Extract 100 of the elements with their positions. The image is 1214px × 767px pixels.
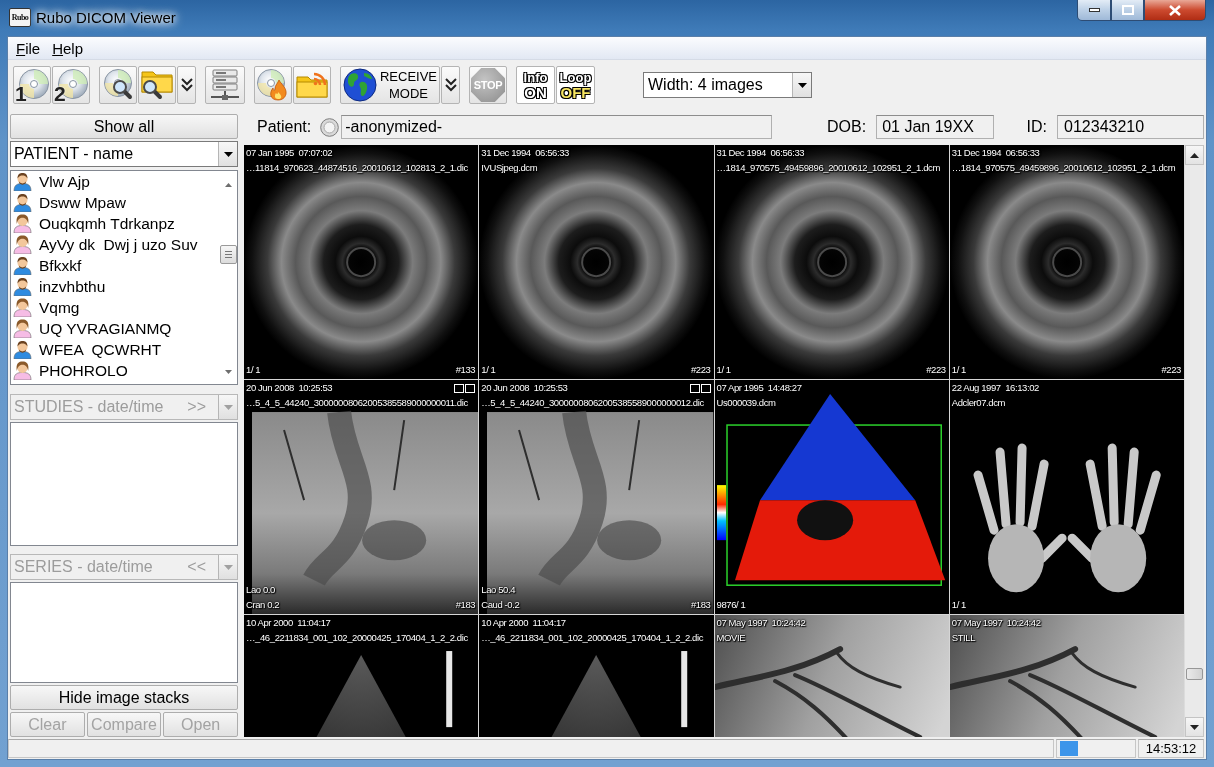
series-list[interactable] [10, 582, 238, 683]
maximize-button[interactable] [1111, 0, 1144, 21]
disc-button[interactable]: 1 [13, 66, 51, 104]
close-button[interactable] [1144, 0, 1206, 21]
menu-item[interactable]: File [10, 38, 47, 58]
image-name: …1814_970575_49459896_20010612_102951_2_1.dcm [951, 162, 1176, 174]
image-info: 1/ 1 [716, 364, 731, 376]
image-number: #223 [926, 364, 946, 376]
image-name: …1814_970575_49459896_20010612_102951_2_1.dcm [716, 162, 940, 174]
image-info: 1/ 1 [951, 364, 966, 376]
image-viewport[interactable]: 10 Apr 2000 11:04:17 …_46_2211834_001_102_20000425_170404_1_2_2.dic [479, 615, 714, 737]
person-icon [13, 340, 32, 359]
scrollbar-thumb[interactable] [219, 245, 237, 264]
scroll-down-button[interactable] [1185, 717, 1204, 737]
scroll-up-button[interactable] [1185, 145, 1204, 165]
person-icon [13, 256, 32, 275]
status-indicator-icon [1060, 741, 1078, 756]
menu-item[interactable]: Help [46, 38, 90, 58]
image-date: 22 Aug 1997 16:13:02 [951, 382, 1039, 394]
width-select[interactable]: Width: 4 images [643, 72, 812, 98]
image-number: #183 [455, 599, 476, 611]
patient-list-item[interactable]: Vqmg [11, 297, 219, 318]
caret-down-icon [223, 564, 233, 570]
double-chevron-icon [444, 78, 457, 92]
patient-list-item[interactable]: PHOHROLO [11, 360, 219, 381]
image-viewport[interactable]: 07 Jan 1995 07:07:02 …11814_970623_44874516_20010612_102813_2_1.dic 1/ 1 #133 [244, 145, 479, 379]
scroll-down-icon[interactable] [224, 370, 232, 374]
image-viewport[interactable]: 31 Dec 1994 06:56:33 IVUSjpeg.dcm 1/ 1 #223 [479, 145, 714, 379]
image-viewport[interactable]: 20 Jun 2008 10:25:53 …5_4_5_44240_30000008062005385589000000012.dic Lao 50.4 Caud -0.2 #183 [479, 380, 714, 614]
image-name: …11814_970623_44874516_20010612_102813_2_1.dic [246, 162, 468, 174]
image-date: 31 Dec 1994 06:56:33 [951, 147, 1041, 159]
image-date: 10 Apr 2000 11:04:17 [246, 617, 332, 629]
caret-down-icon [797, 82, 807, 88]
patient-list-item[interactable]: AyVy dk Dwj j uzo Suv [11, 234, 219, 255]
disc-burn-button[interactable] [254, 66, 292, 104]
dropdown-button[interactable] [441, 66, 460, 104]
image-number: #223 [1161, 364, 1181, 376]
folder-feed-icon [296, 71, 328, 99]
folder-feed-button[interactable] [293, 66, 331, 104]
scroll-up-icon[interactable] [224, 183, 232, 187]
image-name: …_46_2211834_001_102_20000425_170404_1_2_2.dic [246, 632, 468, 644]
study-list[interactable] [10, 422, 238, 546]
patient-list-item[interactable]: WFEA QCWRHT [11, 339, 219, 360]
info-toggle-button[interactable]: Info ON [516, 66, 555, 104]
disc-search-button[interactable] [99, 66, 137, 104]
image-viewport[interactable]: 20 Jun 2008 10:25:53 …5_4_5_44240_30000008062005385589000000011.dic Lao 0.0 Cran 0.2 #183 [244, 380, 479, 614]
patient-sort-select[interactable]: PATIENT - name [10, 141, 238, 167]
image-viewport[interactable]: 31 Dec 1994 06:56:33 …1814_970575_49459896_20010612_102951_2_1.dcm 1/ 1 #223 [949, 145, 1184, 379]
image-viewport[interactable]: 10 Apr 2000 11:04:17 …_46_2211834_001_102_20000425_170404_1_2_2.dic [244, 615, 479, 737]
id-field: 012343210 [1057, 115, 1204, 139]
server-button[interactable] [205, 66, 245, 104]
patient-list-item[interactable]: Ouqkqmh Tdrkanpz [11, 213, 219, 234]
image-viewport[interactable]: 31 Dec 1994 06:56:33 …1814_970575_49459896_20010612_102951_2_1.dcm 1/ 1 #223 [714, 145, 949, 379]
person-icon [13, 193, 32, 212]
globe-icon [342, 68, 377, 102]
image-info: Lao 0.0 [246, 584, 276, 596]
image-viewport[interactable]: 07 May 1997 10:24:42 MOVIE [714, 615, 949, 737]
person-icon [13, 319, 32, 338]
patient-label: Patient: [257, 118, 312, 136]
scrollbar-thumb[interactable] [1186, 668, 1203, 680]
person-icon [13, 298, 32, 317]
image-info: 1/ 1 [246, 364, 261, 376]
image-viewport[interactable]: 22 Aug 1997 16:13:02 Adcler07.dcm 1/ 1 [949, 380, 1184, 614]
close-icon [1169, 4, 1181, 16]
person-icon [13, 361, 32, 380]
image-date: 07 May 1997 10:24:42 [716, 617, 806, 629]
vertical-scrollbar[interactable] [1184, 145, 1204, 737]
show-all-button[interactable]: Show all [10, 114, 238, 139]
minimize-button[interactable] [1077, 0, 1111, 21]
patient-list-item[interactable]: inzvhbthu [11, 276, 219, 297]
status-time: 14:53:12 [1138, 739, 1204, 758]
app-logo: Rubo [9, 8, 31, 27]
receive-mode-button[interactable]: RECEIVE MODE [340, 66, 440, 104]
maximize-icon [1121, 5, 1134, 15]
loop-toggle-button[interactable]: Loop OFF [556, 66, 595, 104]
image-number: #133 [455, 364, 476, 376]
patient-list-item[interactable]: Vlw Ajp [11, 171, 219, 192]
patient-list[interactable]: Vlw Ajp Dsww Mpaw Ouqkqmh Tdrkanpz AyVy dk Dwj j uzo Suv Bfkxkf inzvhbthu Vqmg UQ YVRAGIANMQ WFEA QCWRHT PHOHROLO [10, 170, 238, 385]
folder-search-button[interactable] [138, 66, 176, 104]
disc-button[interactable]: 2 [52, 66, 90, 104]
image-name: Us000039.dcm [716, 397, 777, 409]
image-viewport[interactable]: 07 Apr 1995 14:48:27 Us000039.dcm 9876/ 1 [714, 380, 949, 614]
patient-list-item[interactable]: Bfkxkf [11, 255, 219, 276]
patient-list-item[interactable]: Dsww Mpaw [11, 192, 219, 213]
dropdown-button[interactable] [177, 66, 196, 104]
dob-label: DOB: [827, 118, 867, 136]
patient-list-item[interactable]: UQ YVRAGIANMQ [11, 318, 219, 339]
image-date: 31 Dec 1994 06:56:33 [481, 147, 569, 159]
image-name: …5_4_5_44240_30000008062005385589000000011.dic [246, 397, 468, 409]
patient-name-field: -anonymized- [341, 115, 773, 139]
image-number: #223 [690, 364, 711, 376]
hide-stacks-button[interactable]: Hide image stacks [10, 685, 238, 710]
image-info: Cran 0.2 [246, 599, 280, 611]
image-date: 10 Apr 2000 11:04:17 [481, 617, 567, 629]
person-icon [13, 235, 32, 254]
image-viewport[interactable]: 07 May 1997 10:24:42 STILL [949, 615, 1184, 737]
image-name: IVUSjpeg.dcm [481, 162, 539, 174]
image-info: Lao 50.4 [481, 584, 517, 596]
person-icon [13, 214, 32, 233]
image-date: 07 May 1997 10:24:42 [951, 617, 1041, 629]
